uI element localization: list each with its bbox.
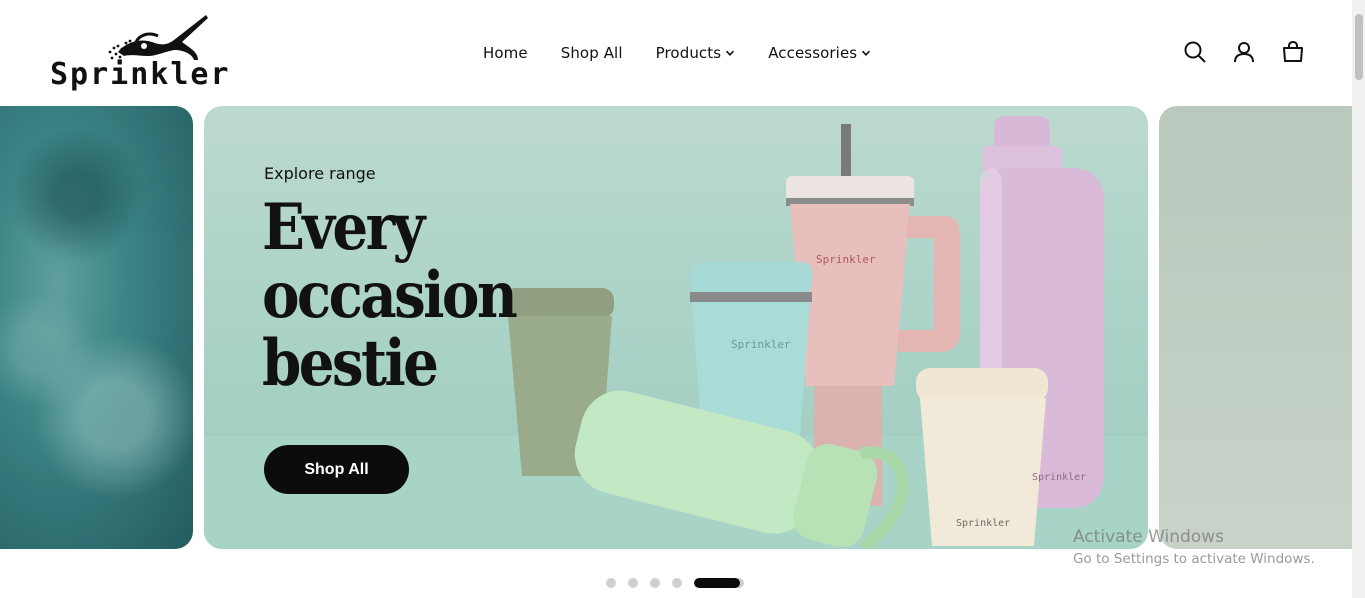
nav-products-label: Products [655, 44, 722, 62]
svg-text:Sprinkler: Sprinkler [50, 57, 231, 92]
carousel-slide-previous[interactable] [0, 106, 193, 549]
svg-text:Sprinkler: Sprinkler [731, 338, 791, 351]
nav-shop-all[interactable]: Shop All [561, 44, 623, 62]
carousel-dot[interactable] [672, 578, 682, 588]
site-header: Sprinkler Home Shop All Products Accesso… [0, 0, 1352, 106]
nav-products[interactable]: Products [656, 44, 736, 62]
carousel-dot-active[interactable] [694, 578, 744, 588]
chevron-down-icon [726, 50, 735, 56]
carousel-dot[interactable] [606, 578, 616, 588]
nav-accessories[interactable]: Accessories [768, 44, 871, 62]
hero-headline-line: bestie [262, 326, 439, 401]
scrollbar-thumb[interactable] [1355, 14, 1363, 80]
windows-activation-watermark: Activate Windows Go to Settings to activ… [1073, 527, 1315, 567]
search-icon[interactable] [1182, 39, 1208, 65]
carousel-dot[interactable] [628, 578, 638, 588]
hero-eyebrow: Explore range [264, 164, 376, 183]
svg-text:Sprinkler: Sprinkler [816, 253, 876, 266]
nav-accessories-label: Accessories [768, 44, 858, 62]
page-scrollbar[interactable] [1352, 0, 1365, 598]
nav-home-label: Home [483, 44, 528, 62]
svg-text:Sprinkler: Sprinkler [1032, 472, 1086, 483]
carousel-pagination [606, 578, 744, 588]
header-actions [1182, 39, 1306, 65]
hero-headline-line: occasion [262, 258, 518, 333]
shop-all-button[interactable]: Shop All [264, 445, 409, 494]
carousel-dot[interactable] [650, 578, 660, 588]
brand-logo[interactable]: Sprinkler [48, 12, 240, 92]
cart-icon[interactable] [1280, 39, 1306, 65]
hero-headline-line: Every [262, 190, 425, 265]
watermark-subtitle: Go to Settings to activate Windows. [1073, 551, 1315, 567]
nav-home[interactable]: Home [483, 44, 528, 62]
hero-headline: Every occasion bestie [262, 190, 518, 401]
watermark-title: Activate Windows [1073, 527, 1224, 547]
nav-shop-all-label: Shop All [560, 44, 623, 62]
hero-slide: Sprinkler Sprinkler Sprinkler Sprinkler … [204, 106, 1148, 549]
carousel-slide-next[interactable] [1159, 106, 1352, 549]
main-nav: Home Shop All Products Accessories [483, 40, 904, 66]
svg-text:Sprinkler: Sprinkler [956, 518, 1010, 529]
chevron-down-icon [862, 50, 871, 56]
account-icon[interactable] [1231, 39, 1257, 65]
